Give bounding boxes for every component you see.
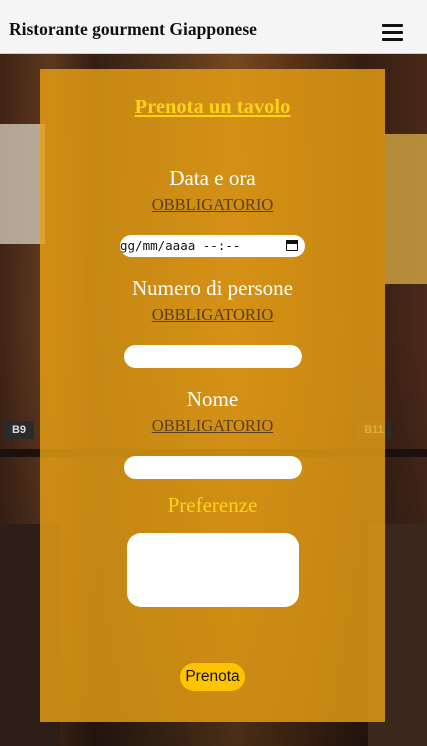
preferences-textarea[interactable] bbox=[127, 533, 299, 607]
preferences-label: Preferenze bbox=[167, 493, 258, 517]
menu-bar-1 bbox=[382, 24, 403, 27]
date-time-input[interactable]: gg/mm/aaaa --:-- bbox=[120, 235, 305, 257]
date-time-required: OBBLIGATORIO bbox=[151, 195, 274, 214]
date-time-value: gg/mm/aaaa --:-- bbox=[120, 238, 241, 253]
people-count-label: Numero di persone bbox=[132, 276, 293, 300]
name-required: OBBLIGATORIO bbox=[151, 416, 274, 435]
people-count-input[interactable] bbox=[124, 345, 302, 368]
form-title: Prenota un tavolo bbox=[134, 96, 291, 118]
hamburger-menu-icon[interactable] bbox=[382, 24, 403, 42]
top-header: Ristorante gourment Giapponese bbox=[0, 0, 427, 54]
name-input[interactable] bbox=[124, 456, 302, 479]
date-time-label: Data e ora bbox=[169, 166, 256, 190]
menu-bar-3 bbox=[382, 38, 403, 41]
calendar-icon[interactable] bbox=[285, 239, 298, 251]
background-poster-left bbox=[0, 124, 45, 244]
site-title: Ristorante gourment Giapponese bbox=[9, 19, 257, 39]
menu-bar-2 bbox=[382, 31, 403, 34]
background-poster-right bbox=[385, 134, 427, 284]
reservation-form: Prenota un tavolo Data e ora OBBLIGATORI… bbox=[40, 69, 385, 722]
submit-button[interactable]: Prenota bbox=[180, 663, 245, 691]
name-label: Nome bbox=[186, 387, 239, 411]
people-count-required: OBBLIGATORIO bbox=[151, 305, 274, 324]
sign-b9: B9 bbox=[4, 421, 34, 439]
